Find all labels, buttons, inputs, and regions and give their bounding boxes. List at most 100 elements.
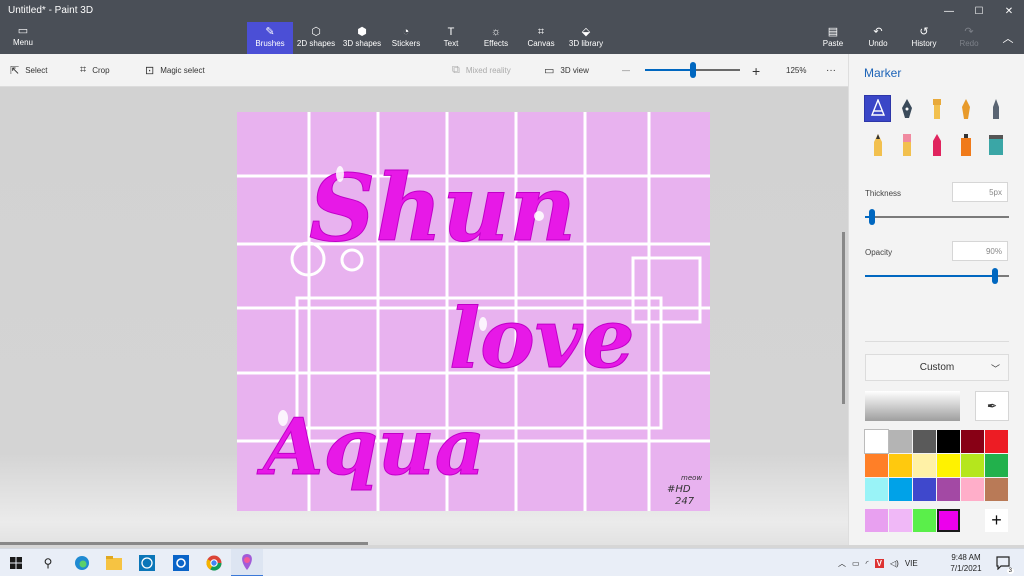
ribbon-label: Undo: [868, 39, 888, 48]
palette-swatch[interactable]: [889, 478, 912, 501]
add-color-button[interactable]: +: [985, 509, 1008, 532]
opacity-slider-thumb[interactable]: [992, 268, 998, 284]
search-button[interactable]: ⚲: [32, 549, 64, 576]
notification-center-button[interactable]: 3: [994, 554, 1014, 574]
ribbon-effects[interactable]: ☼ Effects: [473, 22, 519, 54]
custom-color-swatch[interactable]: [865, 509, 888, 532]
palette-swatch[interactable]: [913, 454, 936, 477]
language-indicator[interactable]: VIE: [905, 559, 918, 568]
spray-can-brush[interactable]: [952, 131, 979, 158]
ribbon-3d-shapes[interactable]: ⬢ 3D shapes: [339, 22, 385, 54]
palette-swatch[interactable]: [985, 454, 1008, 477]
crayon-brush[interactable]: [923, 131, 950, 158]
signature-number: 247: [675, 496, 695, 507]
chrome-taskbar[interactable]: [198, 549, 230, 576]
ribbon-label: 2D shapes: [296, 39, 336, 48]
collapse-ribbon-button[interactable]: ︿: [998, 30, 1018, 46]
ribbon-history[interactable]: ↺ History: [901, 22, 947, 54]
taskbar: ⚲ ︿ ▭ ◜ V ◁) VIE 9:48 AM 7/1/2021 3: [0, 548, 1024, 576]
palette-swatch[interactable]: [937, 454, 960, 477]
eyedropper-button[interactable]: ✒: [975, 391, 1009, 421]
window-controls: — ☐ ✕: [934, 0, 1024, 22]
ribbon-brushes[interactable]: ✎ Brushes: [247, 22, 293, 54]
ribbon-paste[interactable]: ▤ Paste: [810, 22, 856, 54]
3d-shapes-icon: ⬢: [357, 26, 367, 38]
ribbon-text[interactable]: T Text: [428, 22, 474, 54]
color-mode-dropdown[interactable]: Custom ﹀: [865, 354, 1009, 381]
calligraphy-pen-brush[interactable]: [893, 95, 920, 122]
palette-swatch[interactable]: [913, 430, 936, 453]
pencil-brush[interactable]: [864, 131, 891, 158]
clock[interactable]: 9:48 AM 7/1/2021: [944, 552, 988, 574]
minimize-button[interactable]: —: [934, 0, 964, 22]
ribbon-2d-shapes[interactable]: ⬡ 2D shapes: [293, 22, 339, 54]
palette-swatch[interactable]: [865, 454, 888, 477]
chevron-up-icon[interactable]: ︿: [838, 558, 846, 569]
crop-button[interactable]: ⌗ Crop: [80, 54, 110, 87]
mixed-reality-button[interactable]: ⧉ Mixed reality: [452, 54, 511, 87]
start-button[interactable]: [0, 549, 32, 576]
pixel-pen-brush[interactable]: [982, 95, 1009, 122]
palette-swatch[interactable]: [961, 430, 984, 453]
marker-brush[interactable]: [864, 95, 891, 122]
edge-taskbar[interactable]: [66, 549, 98, 576]
custom-color-swatch[interactable]: [889, 509, 912, 532]
palette-swatch[interactable]: [865, 478, 888, 501]
oil-brush[interactable]: [923, 95, 950, 122]
palette-swatch[interactable]: [937, 430, 960, 453]
3d-view-button[interactable]: ▭ 3D view: [544, 54, 589, 87]
thickness-slider[interactable]: [865, 209, 1009, 225]
custom-color-swatch[interactable]: [937, 509, 960, 532]
zoom-in-button[interactable]: +: [752, 54, 760, 87]
opacity-slider[interactable]: [865, 268, 1009, 284]
menu-button[interactable]: ▭ Menu: [6, 24, 40, 52]
paint3d-taskbar[interactable]: [231, 549, 263, 576]
palette-swatch[interactable]: [961, 478, 984, 501]
horizontal-scrollbar[interactable]: [0, 542, 368, 545]
palette-swatch[interactable]: [961, 454, 984, 477]
thickness-slider-thumb[interactable]: [869, 209, 875, 225]
drawing-canvas[interactable]: Shun love Aqua meow #HD 247: [237, 112, 710, 511]
volume-icon[interactable]: ◁): [890, 559, 899, 568]
ribbon-label: Effects: [483, 39, 509, 48]
eraser-brush[interactable]: [893, 131, 920, 158]
zoom-out-button[interactable]: —: [622, 54, 630, 87]
close-button[interactable]: ✕: [994, 0, 1024, 22]
file-explorer-taskbar[interactable]: [98, 549, 130, 576]
zoom-slider-thumb[interactable]: [690, 62, 696, 78]
ribbon-3d-library[interactable]: ⬙ 3D library: [563, 22, 609, 54]
monitor-icon[interactable]: ▭: [852, 559, 860, 568]
more-options-button[interactable]: ···: [826, 54, 836, 87]
mixed-reality-icon: ⧉: [452, 64, 460, 76]
thickness-input[interactable]: 5px: [952, 182, 1008, 202]
zoom-slider[interactable]: [645, 62, 740, 78]
custom-color-swatch[interactable]: [913, 509, 936, 532]
palette-swatch[interactable]: [889, 454, 912, 477]
ribbon-canvas[interactable]: ⌗ Canvas: [518, 22, 564, 54]
palette-swatch[interactable]: [864, 429, 889, 454]
magic-select-button[interactable]: ⊡ Magic select: [145, 54, 205, 87]
ribbon-redo[interactable]: ↷ Redo: [946, 22, 992, 54]
palette-swatch[interactable]: [985, 478, 1008, 501]
eraser-icon: [902, 133, 911, 156]
select-button[interactable]: ⇱ Select: [10, 54, 47, 87]
fill-brush[interactable]: [982, 131, 1009, 158]
vpn-icon[interactable]: V: [874, 558, 885, 568]
palette-swatch[interactable]: [937, 478, 960, 501]
opacity-input[interactable]: 90%: [952, 241, 1008, 261]
ribbon-undo[interactable]: ↶ Undo: [855, 22, 901, 54]
outlook-taskbar[interactable]: [165, 549, 197, 576]
maximize-button[interactable]: ☐: [964, 0, 994, 22]
palette-swatch[interactable]: [913, 478, 936, 501]
magic-select-icon: ⊡: [145, 65, 155, 77]
network-icon[interactable]: ◜: [866, 559, 869, 568]
ribbon-stickers[interactable]: ◔ Stickers: [383, 22, 429, 54]
vertical-scrollbar[interactable]: [842, 232, 845, 404]
canvas-icon: ⌗: [537, 26, 545, 38]
palette-swatch[interactable]: [985, 430, 1008, 453]
palette-swatch[interactable]: [889, 430, 912, 453]
watercolor-brush[interactable]: [952, 95, 979, 122]
menu-label: Menu: [12, 38, 33, 47]
chevron-up-icon: ︿: [1002, 33, 1014, 45]
dell-taskbar[interactable]: [131, 549, 163, 576]
